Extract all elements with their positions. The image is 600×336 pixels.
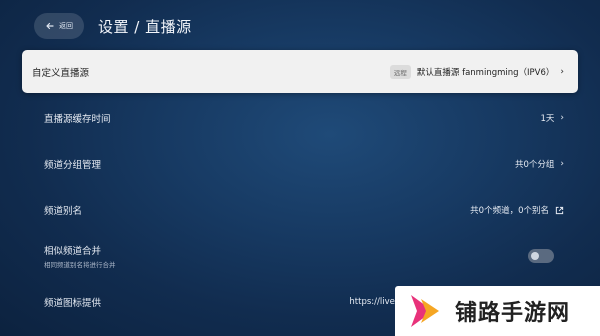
merge-toggle[interactable]: [528, 249, 554, 263]
header: 返回 设置 / 直播源: [34, 12, 192, 40]
remote-badge: 远程: [389, 64, 411, 79]
row-custom-source[interactable]: 自定义直播源 远程 默认直播源 fanmingming（IPV6） ›: [22, 50, 578, 93]
row-label: 直播源缓存时间: [44, 114, 111, 125]
row-sublabel: 相同频道别名将进行合并: [44, 261, 116, 269]
row-value: 共0个分组: [514, 160, 555, 170]
arrow-left-icon: [46, 22, 54, 30]
row-group-manage[interactable]: 频道分组管理 共0个分组 ›: [22, 141, 578, 187]
back-label: 返回: [59, 22, 73, 30]
row-label: 相似频道合并: [44, 246, 102, 257]
chevron-right-icon: ›: [560, 66, 564, 77]
row-label: 频道别名: [44, 206, 83, 217]
watermark-logo-icon: [411, 295, 439, 327]
watermark: 铺路手游网: [395, 286, 600, 336]
row-value: 默认直播源 fanmingming（IPV6）: [416, 67, 555, 78]
chevron-right-icon: ›: [560, 113, 564, 123]
row-channel-alias[interactable]: 频道别名 共0个频道，0个别名: [22, 187, 578, 233]
page-title: 设置 / 直播源: [98, 17, 192, 36]
watermark-text: 铺路手游网: [455, 301, 571, 326]
row-label: 频道分组管理: [44, 160, 102, 171]
row-label: 自定义直播源: [32, 67, 90, 79]
settings-list: 自定义直播源 远程 默认直播源 fanmingming（IPV6） › 直播源缓…: [22, 50, 578, 325]
chevron-right-icon: ›: [560, 159, 564, 169]
back-button[interactable]: 返回: [34, 13, 84, 39]
row-cache-time[interactable]: 直播源缓存时间 1天 ›: [22, 95, 578, 141]
row-label: 频道图标提供: [44, 298, 102, 309]
row-merge-similar[interactable]: 相似频道合并 相同频道别名将进行合并: [22, 233, 578, 279]
external-link-icon: [555, 206, 564, 214]
row-value: 1天: [540, 114, 555, 124]
row-value: 共0个频道，0个别名: [470, 206, 549, 216]
